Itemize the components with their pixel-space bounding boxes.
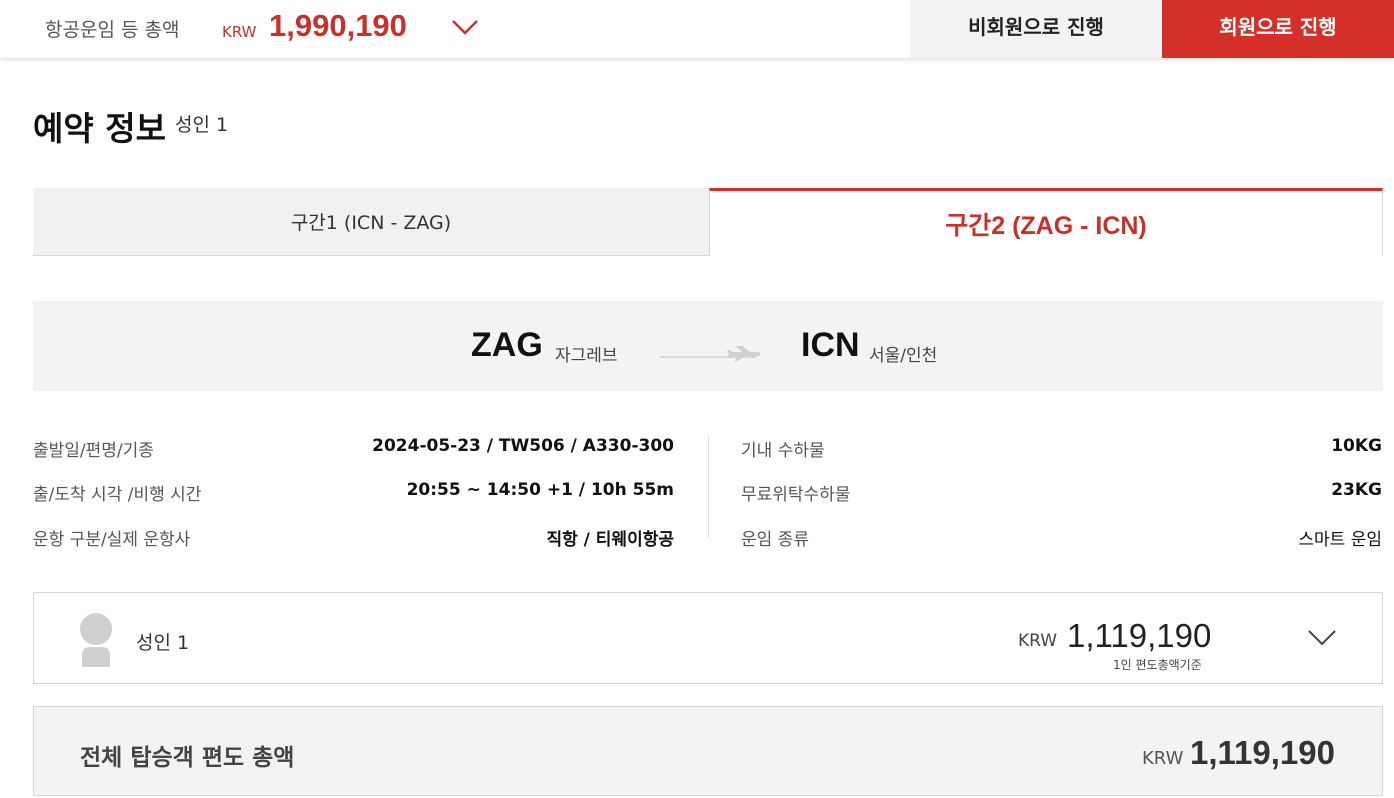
chevron-down-icon[interactable]: [451, 17, 479, 37]
total-fare-label: 전체 탑승객 편도 총액: [80, 745, 295, 771]
total-fare-amount: 1,119,190: [1190, 734, 1335, 771]
checked-baggage-label: 무료위탁수하물: [741, 485, 851, 505]
schedule-value: 20:55 ~ 14:50 +1 / 10h 55m: [406, 480, 674, 500]
passenger-count: 성인 1: [175, 114, 229, 136]
operation-value: 직항 / 티웨이항공: [546, 530, 674, 550]
airplane-icon: [660, 341, 762, 361]
checked-baggage-value: 23KG: [1331, 480, 1382, 500]
route-summary: ZAG 자그레브 ICN 서울/인천: [33, 301, 1383, 391]
carry-on-baggage-value: 10KG: [1331, 436, 1382, 456]
tab-segment-2[interactable]: 구간2 (ZAG - ICN): [709, 188, 1383, 256]
schedule-label: 출/도착 시각 /비행 시간: [33, 485, 202, 505]
tab-segment-1[interactable]: 구간1 (ICN - ZAG): [33, 188, 709, 256]
departure-info-label: 출발일/편명/기종: [33, 441, 154, 461]
carry-on-baggage-label: 기내 수하물: [741, 441, 825, 461]
proceed-as-guest-button[interactable]: 비회원으로 진행: [910, 0, 1162, 58]
fare-total-label: 항공운임 등 총액: [45, 19, 180, 41]
fare-type-label: 운임 종류: [741, 530, 809, 550]
fare-currency: KRW: [222, 23, 257, 41]
passenger-name: 성인 1: [136, 632, 190, 654]
passenger-currency: KRW: [1018, 631, 1058, 651]
fare-type-value: 스마트 운임: [1298, 530, 1382, 550]
passenger-amount-note: 1인 편도총액기준: [1113, 658, 1202, 672]
departure-info-value: 2024-05-23 / TW506 / A330-300: [372, 436, 674, 456]
destination-code: ICN: [801, 326, 860, 364]
chevron-down-icon[interactable]: [1307, 627, 1337, 647]
fare-summary-bar: 항공운임 등 총액 KRW 1,990,190 비회원으로 진행 회원으로 진행: [0, 0, 1394, 58]
total-fare-currency: KRW: [1142, 748, 1184, 769]
page-title: 예약 정보: [33, 109, 166, 148]
fare-total-amount: 1,990,190: [269, 8, 407, 43]
operation-label: 운항 구분/실제 운항사: [33, 530, 191, 550]
proceed-as-member-button[interactable]: 회원으로 진행: [1162, 0, 1394, 58]
origin-city: 자그레브: [555, 346, 618, 366]
passenger-amount: 1,119,190: [1067, 617, 1212, 654]
person-avatar-icon: [78, 613, 114, 667]
passenger-fare-row[interactable]: 성인 1 KRW 1,119,190 1인 편도총액기준: [33, 592, 1383, 684]
total-fare-box: 전체 탑승객 편도 총액 KRW 1,119,190: [33, 706, 1383, 796]
origin-code: ZAG: [471, 326, 543, 364]
destination-city: 서울/인천: [869, 346, 938, 366]
info-divider: [708, 436, 709, 538]
